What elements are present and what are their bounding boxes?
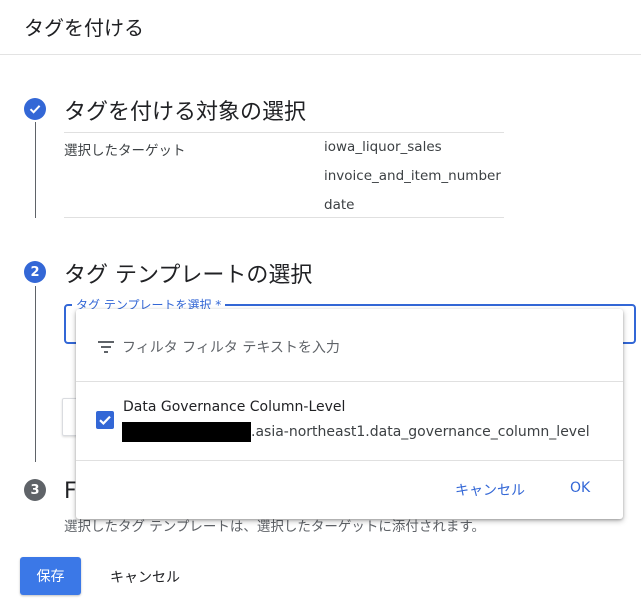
filter-icon bbox=[98, 341, 114, 353]
dialog-header: タグを付ける bbox=[0, 0, 641, 55]
filter-input[interactable]: フィルタ フィルタ テキストを入力 bbox=[122, 337, 340, 357]
target-summary-label: 選択したターゲット bbox=[64, 143, 186, 159]
save-button[interactable]: 保存 bbox=[20, 557, 81, 595]
redacted-project-id bbox=[122, 422, 251, 442]
step-3-title: F bbox=[64, 479, 77, 504]
step-2-title: タグ テンプレートの選択 bbox=[64, 263, 313, 288]
template-option-path: .asia-northeast1.data_governance_column_… bbox=[251, 424, 590, 440]
page-title: タグを付ける bbox=[24, 16, 144, 40]
template-dropdown-panel: フィルタ フィルタ テキストを入力 Data Governance Column… bbox=[76, 309, 623, 519]
cancel-button[interactable]: キャンセル bbox=[110, 567, 180, 587]
step-3-badge: 3 bbox=[24, 479, 46, 501]
template-option-title: Data Governance Column-Level bbox=[123, 399, 346, 415]
step-connector-1 bbox=[35, 122, 36, 218]
step-1-check-icon bbox=[24, 98, 46, 120]
step-connector-2 bbox=[35, 286, 36, 462]
dropdown-cancel-button[interactable]: キャンセル bbox=[455, 480, 525, 500]
template-option[interactable]: Data Governance Column-Level .asia-north… bbox=[76, 382, 623, 461]
step-1-title: タグを付ける対象の選択 bbox=[64, 100, 307, 125]
dropdown-ok-button[interactable]: OK bbox=[570, 480, 590, 496]
template-checkbox[interactable] bbox=[96, 411, 114, 429]
filter-row[interactable]: フィルタ フィルタ テキストを入力 bbox=[76, 309, 623, 382]
target-value: date bbox=[324, 197, 355, 213]
target-value: iowa_liquor_sales bbox=[324, 139, 442, 155]
target-value: invoice_and_item_number bbox=[324, 168, 501, 184]
target-summary: 選択したターゲット iowa_liquor_sales invoice_and_… bbox=[64, 132, 504, 218]
step-2-badge: 2 bbox=[24, 261, 46, 283]
